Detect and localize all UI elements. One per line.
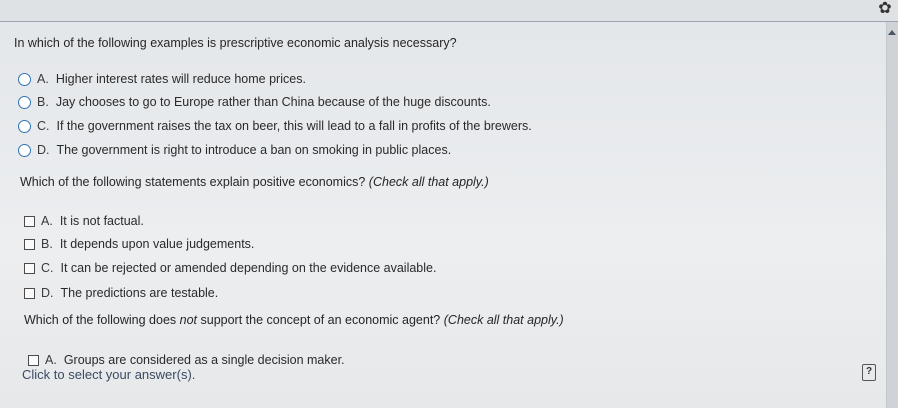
checkbox[interactable] <box>24 215 35 227</box>
question-3-prompt-start: Which of the following does <box>24 313 180 327</box>
question-2-hint: (Check all that apply.) <box>368 175 489 189</box>
option-letter: A. <box>45 353 57 367</box>
option-text: It depends upon value judgements. <box>59 237 255 251</box>
option-letter: D. <box>37 143 50 157</box>
status-message: Click to select your answer(s). <box>22 367 196 382</box>
question-2-prompt: Which of the following statements explai… <box>20 175 489 189</box>
radio-button[interactable] <box>18 95 31 109</box>
gear-icon[interactable]: ✿ <box>876 0 894 18</box>
option-text: Groups are considered as a single decisi… <box>63 353 345 367</box>
question-content: In which of the following examples is pr… <box>0 22 884 408</box>
question-3-prompt: Which of the following does not support … <box>24 313 564 327</box>
scroll-up-arrow-icon[interactable] <box>888 30 896 35</box>
question-3-option-a[interactable]: A. Groups are considered as a single dec… <box>28 353 345 367</box>
radio-button[interactable] <box>18 72 31 86</box>
checkbox[interactable] <box>24 287 35 299</box>
option-letter: B. <box>41 237 53 251</box>
question-2-option-c[interactable]: C. It can be rejected or amended dependi… <box>24 261 436 275</box>
checkbox[interactable] <box>24 238 35 250</box>
option-letter: A. <box>41 214 53 228</box>
option-letter: B. <box>37 95 49 109</box>
question-2-option-b[interactable]: B. It depends upon value judgements. <box>24 237 254 251</box>
question-1-option-d[interactable]: D. The government is right to introduce … <box>18 143 451 157</box>
option-text: Jay chooses to go to Europe rather than … <box>55 95 491 109</box>
question-2-option-d[interactable]: D. The predictions are testable. <box>24 286 218 300</box>
radio-button[interactable] <box>18 143 31 157</box>
option-letter: A. <box>37 72 49 86</box>
option-text: The government is right to introduce a b… <box>56 143 452 157</box>
vertical-scrollbar[interactable] <box>886 22 898 408</box>
question-2-prompt-text: Which of the following statements explai… <box>20 175 366 189</box>
help-icon[interactable]: ? <box>862 364 876 381</box>
radio-button[interactable] <box>18 119 31 133</box>
question-3-prompt-end: support the concept of an economic agent… <box>197 313 441 327</box>
question-1-option-b[interactable]: B. Jay chooses to go to Europe rather th… <box>18 95 491 109</box>
option-letter: C. <box>37 119 50 133</box>
checkbox[interactable] <box>28 354 39 366</box>
top-toolbar: ✿ <box>0 0 898 22</box>
option-text: Higher interest rates will reduce home p… <box>55 72 306 86</box>
question-1-option-a[interactable]: A. Higher interest rates will reduce hom… <box>18 72 306 86</box>
option-text: It is not factual. <box>59 214 144 228</box>
option-letter: D. <box>41 286 54 300</box>
option-letter: C. <box>41 261 54 275</box>
checkbox[interactable] <box>24 262 35 274</box>
option-text: It can be rejected or amended depending … <box>60 261 437 275</box>
question-3-prompt-emphasis: not <box>179 313 198 327</box>
question-2-option-a[interactable]: A. It is not factual. <box>24 214 144 228</box>
question-1-prompt: In which of the following examples is pr… <box>14 36 457 50</box>
option-text: If the government raises the tax on beer… <box>56 119 532 133</box>
page: ✿ In which of the following examples is … <box>0 0 898 408</box>
question-1-option-c[interactable]: C. If the government raises the tax on b… <box>18 119 532 133</box>
option-text: The predictions are testable. <box>60 286 219 300</box>
question-3-hint: (Check all that apply.) <box>443 313 564 327</box>
